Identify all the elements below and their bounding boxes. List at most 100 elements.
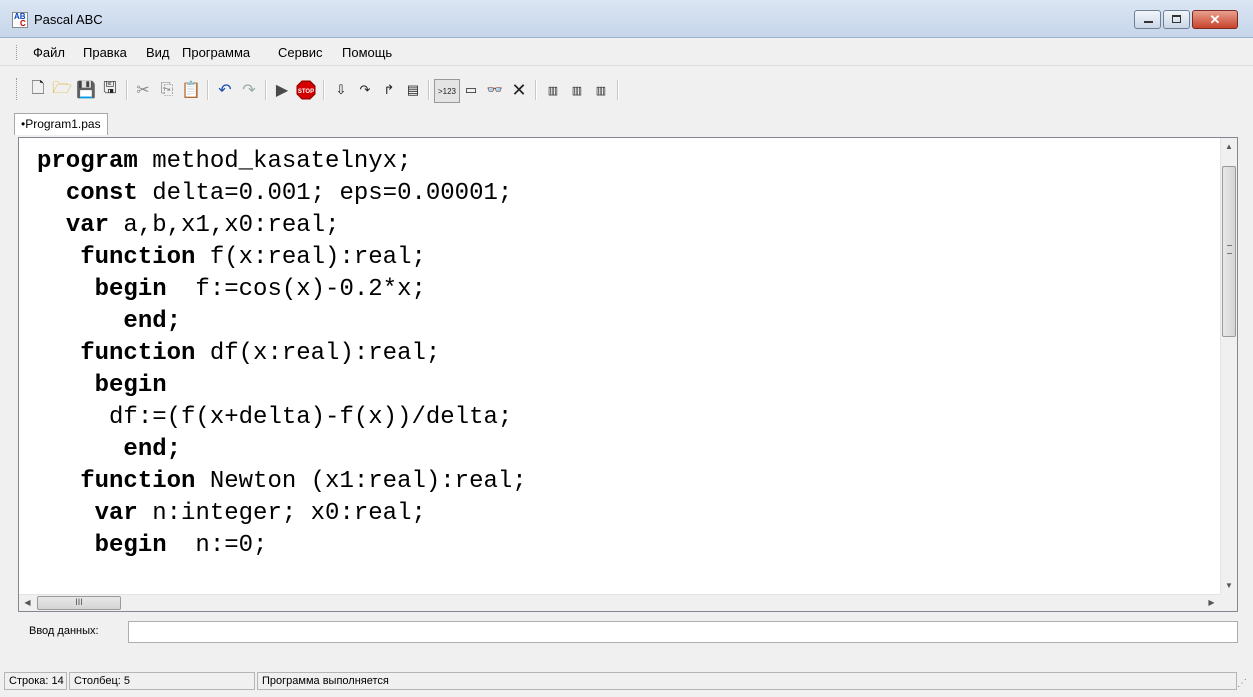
code-keyword: end; [123,308,182,335]
code-token: a,b,x1,x0:real; [109,212,340,239]
scroll-down-icon[interactable]: ▼ [1221,577,1237,594]
scroll-corner [1220,594,1237,611]
input-field[interactable] [128,621,1238,643]
paste-icon[interactable]: 📋 [180,79,202,101]
title-bar[interactable]: AB C Pascal ABC ✕ [0,0,1253,38]
step-out-icon[interactable]: ↱ [378,79,400,101]
code-keyword: begin [94,372,167,399]
code-token: f:=cos(x)-0.2*x; [166,276,426,303]
code-line[interactable]: function df(x:real):real; [37,338,527,370]
status-column: Столбец: 5 [69,672,255,690]
code-line[interactable]: const delta=0.001; eps=0.00001; [37,178,527,210]
code-line[interactable]: end; [37,306,527,338]
code-token: n:=0; [166,532,268,559]
code-token: df:=(f(x+delta)-f(x))/delta; [37,404,513,431]
clear-icon[interactable]: ✕ [508,79,530,101]
status-bar: Строка: 14 Столбец: 5 Программа выполняе… [0,646,1253,697]
save-icon[interactable]: 💾 [75,79,97,101]
menu-view[interactable]: Вид [146,45,170,60]
step-over-icon[interactable]: ↷ [354,79,376,101]
input-window-icon[interactable]: ▭ [460,79,482,101]
code-token: df(x:real):real; [195,340,441,367]
horizontal-scroll-thumb[interactable]: III [37,596,121,610]
copy-icon[interactable]: ⎘ [156,79,178,101]
code-line[interactable]: var a,b,x1,x0:real; [37,210,527,242]
scroll-up-icon[interactable]: ▲ [1221,138,1237,155]
menu-edit[interactable]: Правка [83,45,127,60]
resize-grip-icon[interactable]: ⋰ [1237,678,1247,689]
code-keyword: var [94,500,138,527]
code-line[interactable]: begin f:=cos(x)-0.2*x; [37,274,527,306]
code-keyword: program [37,148,138,175]
minimize-button[interactable] [1134,10,1161,29]
code-keyword: function [80,244,196,271]
input-label: Ввод данных: [29,625,99,637]
doc-l-icon[interactable]: ▥ [566,79,588,101]
menu-program[interactable]: Программа [182,45,250,60]
new-file-icon[interactable]: 🗋 [27,79,49,101]
cut-icon[interactable]: ✂ [132,79,154,101]
code-keyword: function [80,340,196,367]
status-line: Строка: 14 [4,672,67,690]
code-keyword: var [65,212,110,239]
code-token: n:integer; x0:real; [137,500,426,527]
step-into-icon[interactable]: ⇩ [330,79,352,101]
code-editor[interactable]: program method_kasatelnyx; const delta=0… [18,137,1238,612]
menu-file[interactable]: Файл [33,45,65,60]
scroll-right-icon[interactable]: ▶ [1203,595,1220,611]
watch-window-icon[interactable]: 👓 [484,79,506,101]
window-title: Pascal ABC [34,12,103,27]
code-line[interactable]: end; [37,434,527,466]
vertical-scrollbar[interactable]: ▲ ▼ [1220,138,1237,594]
maximize-button[interactable] [1163,10,1190,29]
tab-program1[interactable]: •Program1.pas [14,113,108,135]
menu-bar: Файл Правка Вид Программа Сервис Помощь [0,38,1253,66]
code-token: f(x:real):real; [195,244,426,271]
close-button[interactable]: ✕ [1192,10,1238,29]
add-watch-icon[interactable]: ▤ [402,79,424,101]
maximize-icon [1172,15,1181,23]
code-line[interactable]: function f(x:real):real; [37,242,527,274]
doc-d-icon[interactable]: ▥ [542,79,564,101]
code-keyword: begin [94,276,167,303]
stop-icon[interactable]: STOP [295,79,317,101]
pascal-abc-icon: AB C [12,12,28,28]
code-token: Newton (x1:real):real; [195,468,527,495]
code-text[interactable]: program method_kasatelnyx; const delta=0… [37,146,527,562]
run-icon[interactable]: ▶ [271,79,293,101]
menu-service[interactable]: Сервис [278,45,323,60]
undo-icon[interactable]: ↶ [214,79,236,101]
menu-help[interactable]: Помощь [342,45,392,60]
scroll-left-icon[interactable]: ◀ [19,595,36,611]
vertical-scroll-thumb[interactable] [1222,166,1236,337]
output-window-icon[interactable]: >123 [434,79,460,103]
code-keyword: function [80,468,196,495]
code-keyword: const [65,180,138,207]
code-line[interactable]: program method_kasatelnyx; [37,146,527,178]
code-line[interactable]: begin [37,370,527,402]
open-folder-icon[interactable]: 🗁 [51,79,73,101]
code-line[interactable]: begin n:=0; [37,530,527,562]
close-icon: ✕ [1209,12,1221,27]
code-line[interactable]: function Newton (x1:real):real; [37,466,527,498]
save-all-icon[interactable]: 🖫 [99,79,121,101]
redo-icon[interactable]: ↷ [238,79,260,101]
horizontal-scrollbar[interactable]: ◀ III ▶ [19,594,1221,611]
status-message: Программа выполняется [257,672,1237,690]
code-token: method_kasatelnyx; [137,148,412,175]
svg-text:STOP: STOP [298,89,314,95]
code-keyword: end; [123,436,182,463]
doc-r-icon[interactable]: ▥ [590,79,612,101]
input-row: Ввод данных: [0,618,1253,646]
code-line[interactable]: var n:integer; x0:real; [37,498,527,530]
menu-grip [16,45,19,60]
code-line[interactable]: df:=(f(x+delta)-f(x))/delta; [37,402,527,434]
